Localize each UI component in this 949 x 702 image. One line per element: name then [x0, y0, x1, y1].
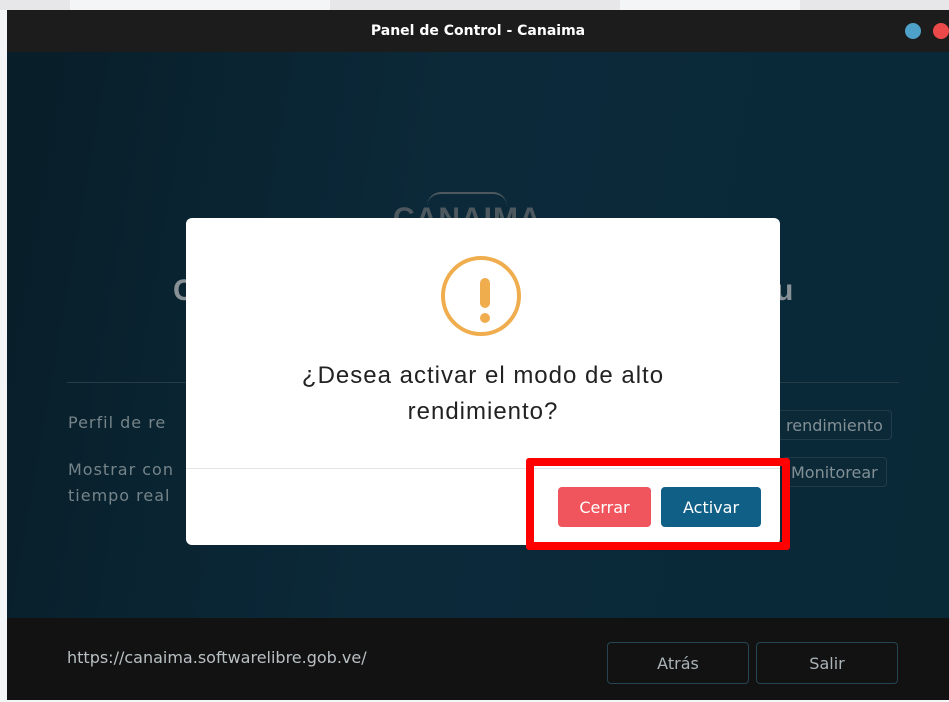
close-window-button[interactable]: [933, 23, 949, 39]
highlight-box: [526, 458, 790, 550]
dialog-question-line1: ¿Desea activar el modo de alto: [301, 362, 665, 389]
app-window: Panel de Control - Canaima CANAIMA C u P…: [7, 10, 949, 700]
background-stripe: [330, 0, 620, 10]
footer-bar: https://canaima.softwarelibre.gob.ve/ At…: [7, 618, 949, 700]
window-title: Panel de Control - Canaima: [370, 23, 586, 39]
exit-button-label: Salir: [809, 653, 845, 673]
back-button[interactable]: Atrás: [607, 642, 749, 684]
back-button-label: Atrás: [657, 653, 699, 673]
title-bar: Panel de Control - Canaima: [7, 10, 949, 52]
dialog-question-line2: rendimiento?: [407, 398, 559, 425]
website-link[interactable]: https://canaima.softwarelibre.gob.ve/: [67, 648, 367, 667]
background-stripe: [0, 0, 70, 10]
background-stripe: [800, 0, 949, 10]
warning-icon: [441, 256, 521, 336]
minimize-button[interactable]: [905, 23, 921, 39]
exit-button[interactable]: Salir: [756, 642, 898, 684]
dialog-question: ¿Desea activar el modo de alto rendimien…: [226, 358, 740, 430]
